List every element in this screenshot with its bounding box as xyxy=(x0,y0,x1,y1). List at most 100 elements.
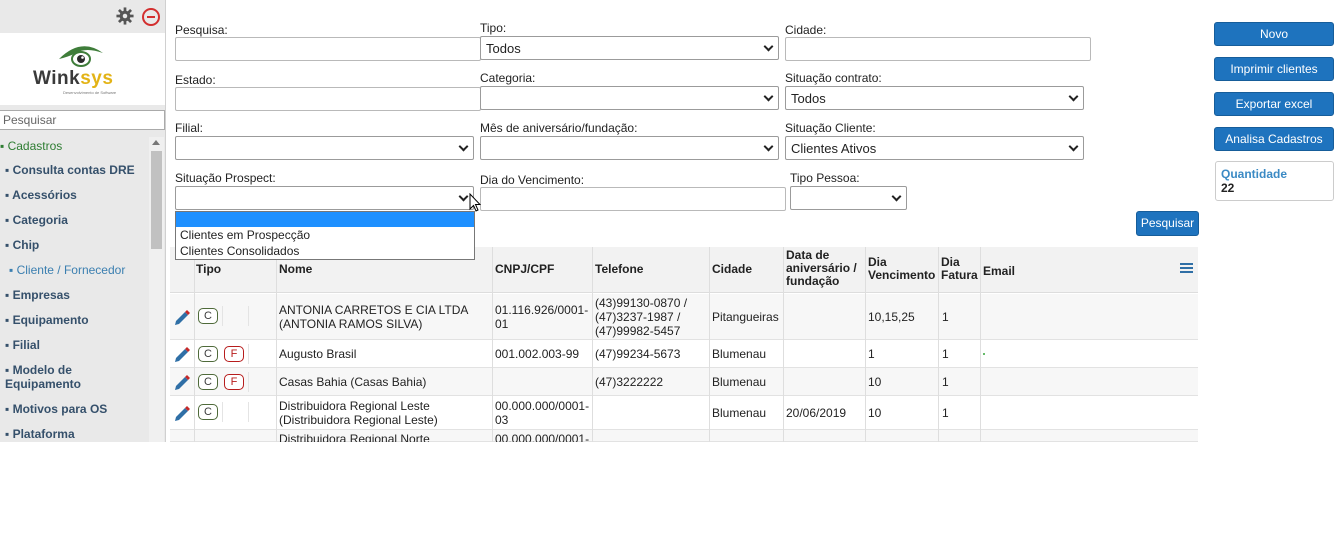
sidebar-item-equipamento[interactable]: ▪ Equipamento xyxy=(5,313,145,327)
badge-cliente: C xyxy=(198,404,218,420)
col-dia-vencimento[interactable]: Dia Vencimento xyxy=(868,256,935,282)
cell-telefone: (47)3222222 xyxy=(595,375,664,389)
column-divider xyxy=(980,247,981,442)
cell-nome: Distribuidora Regional Leste (Distribuido… xyxy=(279,399,438,427)
cell-dia-fatura: 1 xyxy=(942,406,949,420)
sidebar-item-acessorios[interactable]: ▪ Acessórios xyxy=(5,188,145,202)
quantidade-box: Quantidade 22 xyxy=(1215,161,1334,201)
cell-cnpj: 001.002.003-99 xyxy=(495,347,580,361)
chevron-down-icon xyxy=(1068,141,1079,152)
situacao-contrato-select[interactable]: Todos xyxy=(785,86,1084,110)
column-divider xyxy=(938,247,939,442)
mes-aniversario-select[interactable] xyxy=(480,136,779,160)
badge-slot xyxy=(248,306,274,326)
imprimir-clientes-button[interactable]: Imprimir clientes xyxy=(1214,57,1334,81)
cell-dia-fatura: 1 xyxy=(942,310,949,324)
tipo-select[interactable]: Todos xyxy=(480,36,779,60)
sidebar-item-cliente-fornecedor[interactable]: ▪ Cliente / Fornecedor xyxy=(9,263,149,277)
situacao-cliente-select[interactable]: Clientes Ativos xyxy=(785,136,1084,160)
col-dia-fatura[interactable]: Dia Fatura xyxy=(941,256,978,282)
situacao-prospect-select[interactable] xyxy=(175,186,474,210)
tipo-label: Tipo: xyxy=(480,21,507,35)
categoria-select[interactable] xyxy=(480,86,779,110)
column-divider xyxy=(592,247,593,442)
sidebar: Winksys Desenvolvimento de Software ▪ Ca… xyxy=(0,0,166,442)
cell-dia-vencimento: 10 xyxy=(868,406,882,420)
dropdown-option-empty[interactable] xyxy=(176,212,474,227)
situacao-prospect-label: Situação Prospect: xyxy=(175,171,276,185)
pesquisa-input[interactable] xyxy=(175,37,481,61)
badge-slot xyxy=(222,402,248,422)
column-menu-icon[interactable] xyxy=(1180,263,1193,275)
dia-vencimento-input[interactable] xyxy=(480,187,786,211)
filial-label: Filial: xyxy=(175,121,204,135)
close-sidebar-icon[interactable] xyxy=(142,8,160,26)
edit-pencil-icon[interactable] xyxy=(173,373,191,391)
analisa-cadastros-button[interactable]: Analisa Cadastros xyxy=(1214,127,1334,151)
eye-logo-icon xyxy=(59,46,103,67)
badge-slot xyxy=(222,306,248,326)
sidebar-item-modelo-de-equipamento[interactable]: ▪ Modelo de Equipamento xyxy=(5,363,117,391)
sidebar-group-cadastros[interactable]: ▪ Cadastros xyxy=(0,139,62,153)
col-cnpj[interactable]: CNPJ/CPF xyxy=(495,263,554,276)
estado-input[interactable] xyxy=(175,87,481,111)
pesquisa-label: Pesquisa: xyxy=(175,23,228,37)
dia-vencimento-label: Dia do Vencimento: xyxy=(480,173,585,187)
dropdown-option-prospeccao[interactable]: Clientes em Prospecção xyxy=(176,227,474,243)
col-nome[interactable]: Nome xyxy=(279,263,312,276)
col-data-aniversario[interactable]: Data de aniversário / fundação xyxy=(786,249,857,288)
tipo-pessoa-select[interactable] xyxy=(790,186,907,210)
sidebar-toolbar xyxy=(0,0,165,32)
sidebar-search-input[interactable] xyxy=(0,110,165,130)
email-marker xyxy=(983,353,985,355)
sidebar-item-plataforma[interactable]: ▪ Plataforma xyxy=(5,427,145,441)
scroll-up-arrow-icon[interactable] xyxy=(152,140,160,145)
sidebar-item-categoria[interactable]: ▪ Categoria xyxy=(5,213,145,227)
novo-button[interactable]: Novo xyxy=(1214,22,1334,46)
sidebar-item-consulta-contas-dre[interactable]: ▪ Consulta contas DRE xyxy=(5,163,145,177)
chevron-down-icon xyxy=(891,191,902,202)
col-telefone[interactable]: Telefone xyxy=(595,263,643,276)
filial-select[interactable] xyxy=(175,136,474,160)
sidebar-item-empresas[interactable]: ▪ Empresas xyxy=(5,288,145,302)
sidebar-item-motivos-para-os[interactable]: ▪ Motivos para OS xyxy=(5,402,145,416)
exportar-excel-button[interactable]: Exportar excel xyxy=(1214,92,1334,116)
column-divider xyxy=(194,247,195,442)
sidebar-scrollbar[interactable] xyxy=(149,137,164,442)
cell-cnpj: 00.000.000/0001- 03 xyxy=(495,399,590,427)
badge-fornecedor: F xyxy=(224,374,244,390)
cell-nome: Casas Bahia (Casas Bahia) xyxy=(279,375,427,389)
categoria-label: Categoria: xyxy=(480,71,536,85)
scroll-thumb[interactable] xyxy=(151,151,162,249)
estado-label: Estado: xyxy=(175,73,216,87)
sidebar-item-filial[interactable]: ▪ Filial xyxy=(5,338,145,352)
pesquisar-button[interactable]: Pesquisar xyxy=(1136,211,1199,236)
badge-slot xyxy=(248,372,274,392)
tipo-pessoa-label: Tipo Pessoa: xyxy=(790,171,860,185)
situacao-cliente-label: Situação Cliente: xyxy=(785,121,876,135)
col-tipo[interactable]: Tipo xyxy=(196,263,221,276)
badge-cliente: C xyxy=(198,308,218,324)
edit-pencil-icon[interactable] xyxy=(173,404,191,422)
edit-pencil-icon[interactable] xyxy=(173,308,191,326)
edit-pencil-icon[interactable] xyxy=(173,345,191,363)
cell-dia-vencimento: 1 xyxy=(868,347,875,361)
badge-cliente: C xyxy=(198,374,218,390)
cell-data: 20/06/2019 xyxy=(786,406,847,420)
cell-dia-fatura: 1 xyxy=(942,347,949,361)
chevron-down-icon xyxy=(458,141,469,152)
gear-icon[interactable] xyxy=(116,7,134,25)
mouse-cursor-icon xyxy=(469,193,481,212)
col-cidade[interactable]: Cidade xyxy=(712,263,752,276)
col-email[interactable]: Email xyxy=(983,265,1015,278)
dropdown-option-consolidados[interactable]: Clientes Consolidados xyxy=(176,243,474,259)
cidade-input[interactable] xyxy=(785,37,1091,61)
chevron-down-icon xyxy=(1068,91,1079,102)
cell-dia-vencimento: 10,15,25 xyxy=(868,310,915,324)
cell-cnpj: 00.000.000/0001- xyxy=(495,432,590,442)
cell-nome: Distribuidora Regional Norte xyxy=(279,432,430,442)
cell-nome: ANTONIA CARRETOS E CIA LTDA (ANTONIA RAMO… xyxy=(279,303,469,331)
sidebar-item-chip[interactable]: ▪ Chip xyxy=(5,238,145,252)
badge-slot xyxy=(248,344,274,364)
cell-nome: Augusto Brasil xyxy=(279,347,357,361)
